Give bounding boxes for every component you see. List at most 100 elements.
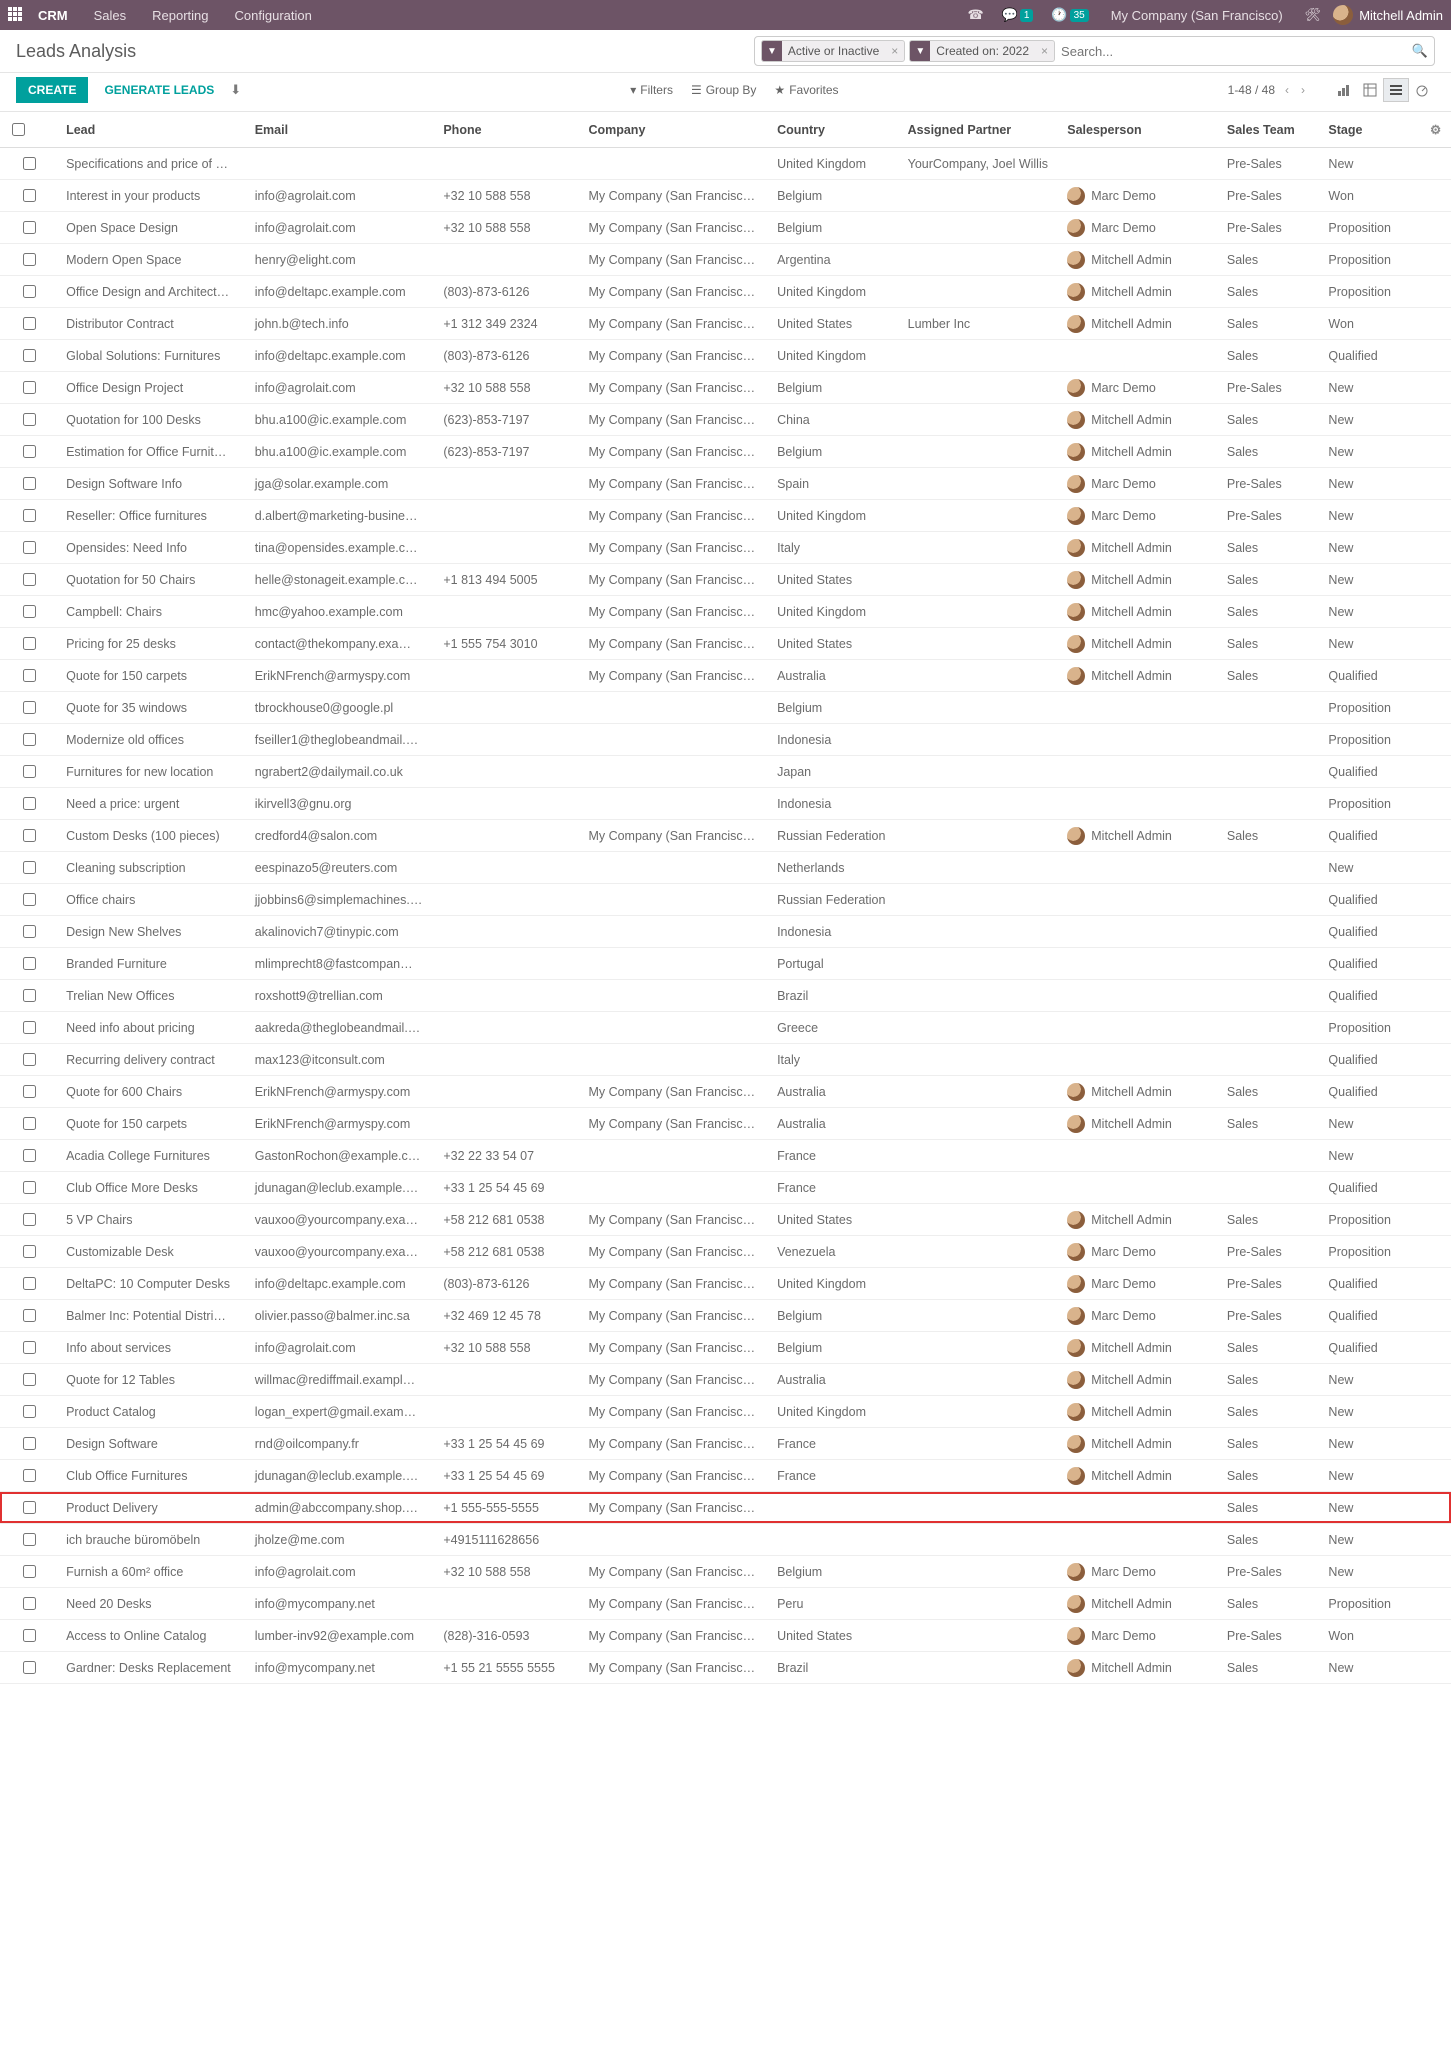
table-row[interactable]: 5 VP Chairsvauxoo@yourcompany.exa…+58 21… (0, 1204, 1451, 1236)
row-checkbox[interactable] (23, 1277, 36, 1290)
search-input[interactable] (1059, 43, 1408, 60)
row-checkbox[interactable] (23, 1341, 36, 1354)
row-checkbox[interactable] (23, 733, 36, 746)
table-row[interactable]: Product Deliveryadmin@abccompany.shop.…+… (0, 1492, 1451, 1524)
col-country[interactable]: Country (769, 112, 900, 148)
table-row[interactable]: Branded Furnituremlimprecht8@fastcompan…… (0, 948, 1451, 980)
row-checkbox[interactable] (23, 637, 36, 650)
table-row[interactable]: Info about servicesinfo@agrolait.com+32 … (0, 1332, 1451, 1364)
menu-reporting[interactable]: Reporting (142, 8, 218, 23)
table-row[interactable]: Specifications and price of …United King… (0, 148, 1451, 180)
user-menu[interactable]: Mitchell Admin (1333, 5, 1443, 25)
table-row[interactable]: Interest in your productsinfo@agrolait.c… (0, 180, 1451, 212)
row-checkbox[interactable] (23, 701, 36, 714)
table-row[interactable]: Modern Open Spacehenry@elight.comMy Comp… (0, 244, 1451, 276)
view-dashboard-icon[interactable] (1409, 78, 1435, 102)
table-row[interactable]: Quotation for 100 Desksbhu.a100@ic.examp… (0, 404, 1451, 436)
pager-range[interactable]: 1-48 / 48 (1228, 83, 1275, 97)
col-lead[interactable]: Lead (58, 112, 247, 148)
row-checkbox[interactable] (23, 1181, 36, 1194)
facet-remove[interactable]: × (1035, 44, 1054, 58)
table-row[interactable]: Quote for 150 carpetsErikNFrench@armyspy… (0, 660, 1451, 692)
table-row[interactable]: Quote for 600 ChairsErikNFrench@armyspy.… (0, 1076, 1451, 1108)
pager-next[interactable]: › (1299, 83, 1307, 97)
row-checkbox[interactable] (23, 1501, 36, 1514)
col-team[interactable]: Sales Team (1219, 112, 1321, 148)
row-checkbox[interactable] (23, 413, 36, 426)
row-checkbox[interactable] (23, 1149, 36, 1162)
create-button[interactable]: CREATE (16, 77, 88, 103)
row-checkbox[interactable] (23, 253, 36, 266)
col-phone[interactable]: Phone (435, 112, 580, 148)
phone-icon[interactable]: ☎ (967, 7, 983, 23)
table-row[interactable]: Acadia College FurnituresGastonRochon@ex… (0, 1140, 1451, 1172)
apps-icon[interactable] (8, 7, 24, 23)
row-checkbox[interactable] (23, 349, 36, 362)
view-pivot-icon[interactable] (1357, 78, 1383, 102)
row-checkbox[interactable] (23, 477, 36, 490)
table-row[interactable]: Office Design Projectinfo@agrolait.com+3… (0, 372, 1451, 404)
table-row[interactable]: Quote for 12 Tableswillmac@rediffmail.ex… (0, 1364, 1451, 1396)
table-row[interactable]: Product Cataloglogan_expert@gmail.exam…M… (0, 1396, 1451, 1428)
menu-configuration[interactable]: Configuration (225, 8, 322, 23)
table-row[interactable]: Pricing for 25 deskscontact@thekompany.e… (0, 628, 1451, 660)
table-row[interactable]: DeltaPC: 10 Computer Desksinfo@deltapc.e… (0, 1268, 1451, 1300)
table-row[interactable]: Custom Desks (100 pieces)credford4@salon… (0, 820, 1451, 852)
row-checkbox[interactable] (23, 1053, 36, 1066)
col-email[interactable]: Email (247, 112, 436, 148)
table-row[interactable]: Design Softwarernd@oilcompany.fr+33 1 25… (0, 1428, 1451, 1460)
select-all-checkbox[interactable] (12, 123, 25, 136)
col-company[interactable]: Company (580, 112, 769, 148)
row-checkbox[interactable] (23, 1597, 36, 1610)
view-graph-icon[interactable] (1331, 78, 1357, 102)
table-row[interactable]: Recurring delivery contractmax123@itcons… (0, 1044, 1451, 1076)
row-checkbox[interactable] (23, 605, 36, 618)
table-row[interactable]: Gardner: Desks Replacementinfo@mycompany… (0, 1652, 1451, 1684)
groupby-dropdown[interactable]: ☰Group By (691, 83, 756, 97)
row-checkbox[interactable] (23, 1213, 36, 1226)
table-row[interactable]: Quotation for 50 Chairshelle@stonageit.e… (0, 564, 1451, 596)
table-row[interactable]: Cleaning subscriptioneespinazo5@reuters.… (0, 852, 1451, 884)
row-checkbox[interactable] (23, 765, 36, 778)
row-checkbox[interactable] (23, 509, 36, 522)
table-row[interactable]: Balmer Inc: Potential Distri…olivier.pas… (0, 1300, 1451, 1332)
row-checkbox[interactable] (23, 1373, 36, 1386)
row-checkbox[interactable] (23, 829, 36, 842)
table-row[interactable]: Quote for 150 carpetsErikNFrench@armyspy… (0, 1108, 1451, 1140)
row-checkbox[interactable] (23, 1117, 36, 1130)
row-checkbox[interactable] (23, 989, 36, 1002)
table-row[interactable]: Reseller: Office furnituresd.albert@mark… (0, 500, 1451, 532)
activities-icon[interactable]: 🕐35 (1051, 7, 1088, 23)
row-checkbox[interactable] (23, 669, 36, 682)
search-icon[interactable]: 🔍 (1412, 43, 1428, 59)
row-checkbox[interactable] (23, 381, 36, 394)
row-checkbox[interactable] (23, 1629, 36, 1642)
company-selector[interactable]: My Company (San Francisco) (1111, 8, 1283, 23)
col-salesperson[interactable]: Salesperson (1059, 112, 1219, 148)
table-row[interactable]: Trelian New Officesroxshott9@trellian.co… (0, 980, 1451, 1012)
row-checkbox[interactable] (23, 1021, 36, 1034)
filters-dropdown[interactable]: ▾Filters (630, 83, 673, 97)
row-checkbox[interactable] (23, 1309, 36, 1322)
table-row[interactable]: Design New Shelvesakalinovich7@tinypic.c… (0, 916, 1451, 948)
row-checkbox[interactable] (23, 221, 36, 234)
download-icon[interactable]: ⬇ (230, 82, 241, 98)
table-row[interactable]: Need 20 Desksinfo@mycompany.netMy Compan… (0, 1588, 1451, 1620)
row-checkbox[interactable] (23, 1469, 36, 1482)
table-row[interactable]: Global Solutions: Furnituresinfo@deltapc… (0, 340, 1451, 372)
table-row[interactable]: Office chairsjjobbins6@simplemachines.…R… (0, 884, 1451, 916)
row-checkbox[interactable] (23, 797, 36, 810)
table-row[interactable]: Distributor Contractjohn.b@tech.info+1 3… (0, 308, 1451, 340)
table-row[interactable]: Estimation for Office Furnit…bhu.a100@ic… (0, 436, 1451, 468)
row-checkbox[interactable] (23, 925, 36, 938)
table-row[interactable]: Club Office Furnituresjdunagan@leclub.ex… (0, 1460, 1451, 1492)
row-checkbox[interactable] (23, 1565, 36, 1578)
row-checkbox[interactable] (23, 1533, 36, 1546)
row-checkbox[interactable] (23, 445, 36, 458)
search-box[interactable]: ▼ Active or Inactive × ▼ Created on: 202… (754, 36, 1435, 66)
table-row[interactable]: ich brauche büromöbelnjholze@me.com+4915… (0, 1524, 1451, 1556)
row-checkbox[interactable] (23, 1085, 36, 1098)
facet-remove[interactable]: × (885, 44, 904, 58)
menu-sales[interactable]: Sales (84, 8, 137, 23)
table-row[interactable]: Need a price: urgentikirvell3@gnu.orgInd… (0, 788, 1451, 820)
